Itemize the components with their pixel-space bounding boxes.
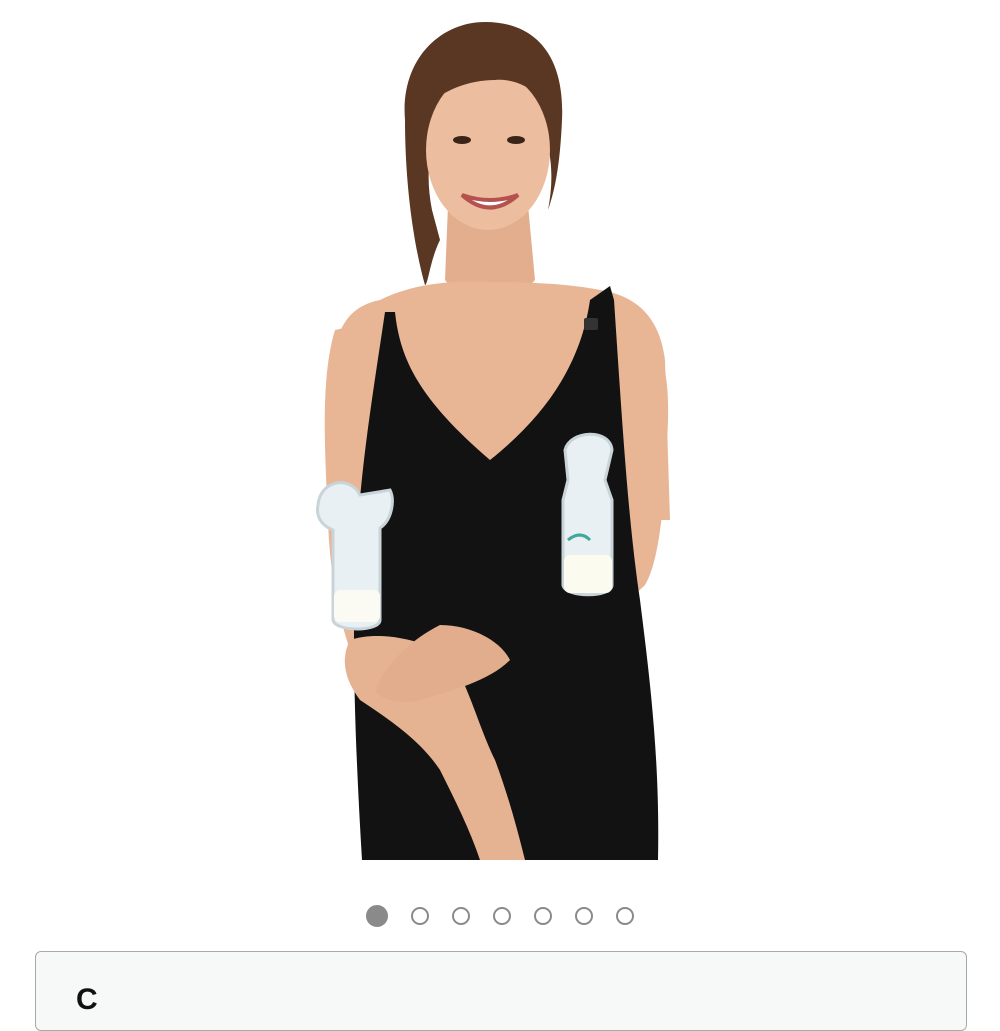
carousel-dot-7[interactable] xyxy=(616,907,634,925)
carousel-dot-1[interactable] xyxy=(366,905,388,927)
product-image[interactable] xyxy=(0,0,1000,880)
options-panel-label: C xyxy=(76,983,98,1016)
carousel-dot-6[interactable] xyxy=(575,907,593,925)
strap-clip xyxy=(584,318,598,330)
carousel-dot-5[interactable] xyxy=(534,907,552,925)
eye-left xyxy=(453,136,471,144)
carousel-dot-2[interactable] xyxy=(411,907,429,925)
pump-bottle-right xyxy=(561,432,614,597)
carousel-dot-3[interactable] xyxy=(452,907,470,925)
product-options-panel[interactable]: C xyxy=(35,951,967,1031)
carousel-dot-4[interactable] xyxy=(493,907,511,925)
eye-right xyxy=(507,136,525,144)
image-carousel-indicator xyxy=(0,904,1000,928)
